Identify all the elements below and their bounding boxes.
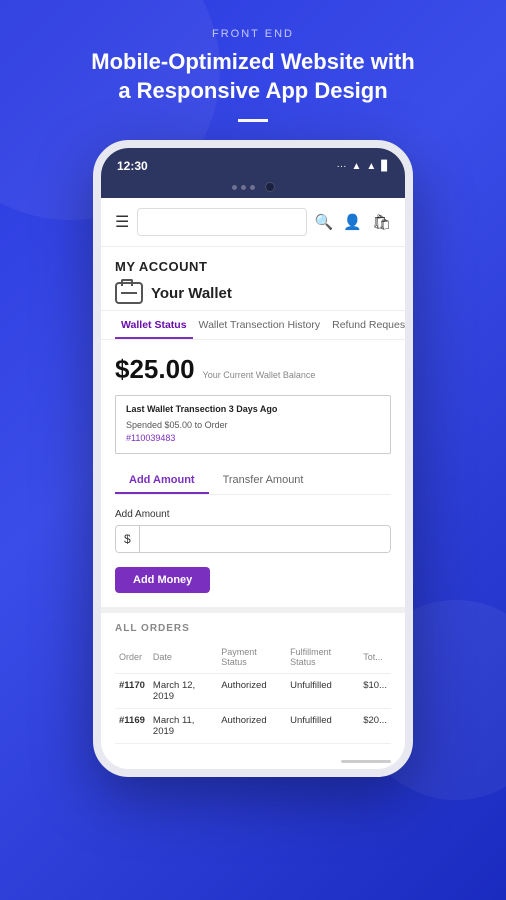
notch-dot-3	[250, 185, 255, 190]
header-divider	[238, 119, 268, 122]
wallet-title: Your Wallet	[151, 285, 232, 302]
transfer-amount-tab[interactable]: Transfer Amount	[209, 468, 318, 494]
wallet-icon	[115, 282, 143, 304]
balance-label: Your Current Wallet Balance	[203, 370, 316, 380]
status-bar: 12:30 ··· ▲ ▲ ▊	[101, 148, 405, 180]
wifi-icon: ▲	[351, 161, 361, 172]
add-money-button[interactable]: Add Money	[115, 567, 210, 593]
order-date-1: March 12, 2019	[149, 673, 217, 708]
search-icon[interactable]: 🔍	[315, 213, 334, 231]
order-link-1[interactable]: #1170	[115, 673, 149, 708]
page-header: MY ACCOUNT Your Wallet	[101, 247, 405, 311]
main-content: $25.00 Your Current Wallet Balance Last …	[101, 340, 405, 607]
amount-input[interactable]	[140, 526, 390, 552]
notch-dot-1	[232, 185, 237, 190]
front-camera	[265, 182, 275, 192]
battery-icon: ▊	[381, 161, 389, 172]
col-fulfillment-status: Fulfillment Status	[286, 644, 359, 674]
order-fulfillment-2: Unfulfilled	[286, 708, 359, 743]
currency-prefix: $	[116, 526, 140, 552]
order-total-2: $20...	[359, 708, 391, 743]
nav-icons: 🔍 👤 🛍	[315, 213, 391, 231]
add-amount-label: Add Amount	[115, 509, 391, 520]
tab-refund-request[interactable]: Refund Request	[326, 311, 413, 339]
order-fulfillment-1: Unfulfilled	[286, 673, 359, 708]
my-account-label: MY ACCOUNT	[115, 259, 391, 274]
scroll-indicator	[101, 754, 405, 769]
search-input[interactable]	[137, 208, 306, 236]
status-time: 12:30	[117, 159, 148, 173]
signal-icon: ···	[336, 161, 346, 172]
table-row: #1170 March 12, 2019 Authorized Unfulfil…	[115, 673, 391, 708]
wallet-card-line	[121, 292, 137, 294]
tab-wallet-status[interactable]: Wallet Status	[115, 311, 193, 339]
add-amount-form: Add Amount $	[115, 509, 391, 553]
notch-dot-2	[241, 185, 246, 190]
order-link-2[interactable]: #1169	[115, 708, 149, 743]
notch-dots	[232, 185, 255, 190]
col-total: Tot...	[359, 644, 391, 674]
col-date: Date	[149, 644, 217, 674]
wallet-title-row: Your Wallet	[115, 282, 391, 310]
wallet-balance: $25.00	[115, 354, 195, 385]
order-date-2: March 11, 2019	[149, 708, 217, 743]
amount-input-group: $	[115, 525, 391, 553]
orders-section: ALL ORDERS Order Date Payment Status Ful…	[101, 607, 405, 754]
nav-bar: ☰ 🔍 👤 🛍	[101, 198, 405, 247]
orders-title: ALL ORDERS	[115, 623, 391, 634]
user-icon[interactable]: 👤	[343, 213, 362, 231]
last-transaction-box: Last Wallet Transection 3 Days Ago Spend…	[115, 395, 391, 454]
tab-wallet-history[interactable]: Wallet Transection History	[193, 311, 327, 339]
last-tx-detail: Spended $05.00 to Order	[126, 419, 380, 433]
orders-table: Order Date Payment Status Fulfillment St…	[115, 644, 391, 744]
last-tx-link[interactable]: #110039483	[126, 432, 380, 446]
last-tx-detail-text: Spended $05.00 to Order	[126, 420, 228, 430]
front-end-label: FRONT END	[83, 28, 423, 40]
last-tx-title: Last Wallet Transection 3 Days Ago	[126, 403, 380, 417]
notch-bar	[101, 180, 405, 198]
phone-mockup: 12:30 ··· ▲ ▲ ▊ ☰ 🔍 👤 🛍 MY	[93, 140, 413, 777]
col-payment-status: Payment Status	[217, 644, 286, 674]
header-section: FRONT END Mobile-Optimized Website with …	[63, 0, 443, 140]
status-icons: ··· ▲ ▲ ▊	[336, 161, 389, 172]
action-tabs: Add Amount Transfer Amount	[115, 468, 391, 495]
signal-bars-icon: ▲	[366, 161, 376, 172]
scroll-bar[interactable]	[341, 760, 391, 763]
table-row: #1169 March 11, 2019 Authorized Unfulfil…	[115, 708, 391, 743]
bag-icon[interactable]: 🛍	[372, 213, 391, 231]
balance-row: $25.00 Your Current Wallet Balance	[115, 354, 391, 385]
col-order: Order	[115, 644, 149, 674]
order-payment-1: Authorized	[217, 673, 286, 708]
order-payment-2: Authorized	[217, 708, 286, 743]
hamburger-icon[interactable]: ☰	[115, 212, 129, 232]
order-total-1: $10...	[359, 673, 391, 708]
app-screen: ☰ 🔍 👤 🛍 MY ACCOUNT Your Wallet Wallet St…	[101, 198, 405, 769]
page-title: Mobile-Optimized Website with a Responsi…	[83, 48, 423, 105]
tabs-row: Wallet Status Wallet Transection History…	[101, 311, 405, 340]
add-amount-tab[interactable]: Add Amount	[115, 468, 209, 494]
